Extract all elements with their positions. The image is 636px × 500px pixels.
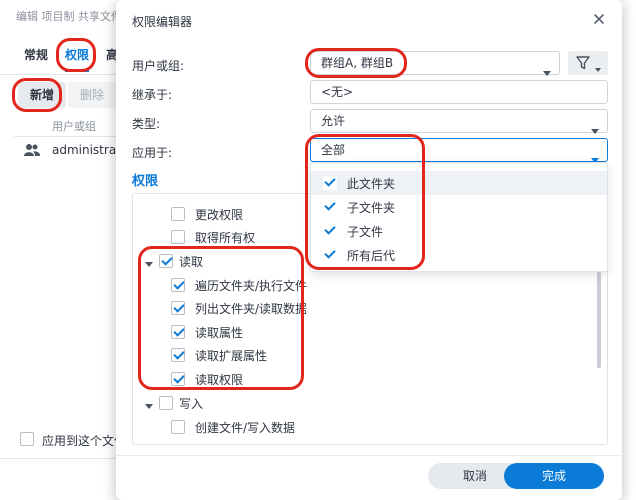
checkbox[interactable] [171, 348, 185, 362]
apply-to-label: 应用于: [132, 146, 173, 160]
checkbox[interactable] [171, 278, 185, 292]
tree-item-label: 列出文件夹/读取数据 [195, 301, 308, 316]
checkbox[interactable] [171, 420, 185, 434]
checkbox[interactable] [159, 396, 173, 410]
tree-item-label: 读取权限 [195, 372, 244, 387]
tab-general[interactable]: 常规 [24, 40, 48, 70]
inherit-field: <无> [310, 80, 608, 104]
checkbox[interactable] [323, 224, 337, 238]
apply-label: 应用到这个文件 [42, 434, 127, 448]
dropdown-item-all-descendants[interactable]: 所有后代 [311, 243, 607, 267]
apply-to-dropdown: 此文件夹 子文件夹 子文件 所有后代 [310, 162, 608, 272]
dropdown-item-subfolders[interactable]: 子文件夹 [311, 195, 607, 219]
tree-item-label: 遍历文件夹/执行文件 [195, 278, 308, 293]
caret-down-icon [595, 61, 601, 75]
checkbox[interactable] [171, 301, 185, 315]
permission-editor-dialog: 权限编辑器 用户或组: 群组A, 群组B 继承于: <无> 类型: 允许 应用于… [116, 0, 622, 500]
tree-item-take-ownership[interactable]: 取得所有权 [171, 227, 255, 247]
tree-item-label: 读取属性 [195, 325, 244, 340]
add-button[interactable]: 新增 [18, 82, 67, 108]
close-icon[interactable] [590, 10, 608, 28]
tree-item-label: 写入 [179, 396, 204, 411]
permissions-section-title: 权限 [132, 174, 159, 189]
expand-arrow-icon[interactable] [145, 258, 153, 267]
dialog-title: 权限编辑器 [132, 15, 193, 29]
apply-to-value: 全部 [321, 143, 346, 157]
window-title: 编辑 项目制 共享文件 [16, 10, 122, 23]
dropdown-item-label: 此文件夹 [347, 176, 396, 191]
type-label: 类型: [132, 117, 161, 131]
dropdown-item-this-folder[interactable]: 此文件夹 [311, 171, 607, 195]
user-group-value: 群组A, 群组B [321, 56, 394, 70]
dropdown-item-label: 子文件 [347, 224, 384, 239]
column-header-user: 用户或组 [52, 120, 96, 133]
checkbox[interactable] [171, 230, 185, 244]
tree-item-create-files[interactable]: 创建文件/写入数据 [171, 417, 295, 437]
inherit-label: 继承于: [132, 88, 173, 102]
checkbox[interactable] [171, 207, 185, 221]
checkbox[interactable] [323, 176, 337, 190]
tree-item-read-permissions[interactable]: 读取权限 [171, 369, 243, 389]
checkbox[interactable] [323, 248, 337, 262]
filter-icon [576, 56, 590, 73]
done-button[interactable]: 完成 [504, 463, 604, 489]
checkbox[interactable] [171, 372, 185, 386]
user-group-select[interactable]: 群组A, 群组B [310, 51, 560, 76]
tree-item-change-permissions[interactable]: 更改权限 [171, 204, 243, 224]
filter-button[interactable] [568, 51, 608, 75]
apply-to-select[interactable]: 全部 [310, 138, 608, 163]
checkbox[interactable] [159, 254, 173, 268]
divider [0, 458, 120, 459]
tree-item-read[interactable]: 读取 [159, 251, 203, 271]
divider [0, 74, 120, 75]
tree-item-label: 读取扩展属性 [195, 348, 268, 363]
tree-item-traverse[interactable]: 遍历文件夹/执行文件 [171, 275, 307, 295]
tree-item-read-attributes[interactable]: 读取属性 [171, 322, 243, 342]
divider [116, 455, 622, 456]
tree-item-label: 取得所有权 [195, 230, 256, 245]
user-group-label: 用户或组: [132, 59, 185, 73]
checkbox[interactable] [323, 200, 337, 214]
type-value: 允许 [321, 114, 346, 128]
dropdown-item-label: 子文件夹 [347, 200, 396, 215]
users-icon [24, 143, 40, 160]
tree-item-label: 创建文件/写入数据 [195, 420, 296, 435]
tree-item-list-folder[interactable]: 列出文件夹/读取数据 [171, 298, 307, 318]
tree-item-read-ext-attributes[interactable]: 读取扩展属性 [171, 345, 267, 365]
tree-item-label: 读取 [179, 254, 204, 269]
expand-arrow-icon[interactable] [145, 400, 153, 409]
tree-item-write[interactable]: 写入 [159, 393, 203, 413]
apply-checkbox[interactable] [20, 432, 34, 446]
divider [14, 136, 124, 137]
inherit-value: <无> [321, 85, 354, 99]
checkbox[interactable] [171, 325, 185, 339]
tab-permissions[interactable]: 权限 [65, 40, 90, 72]
tree-item-label: 更改权限 [195, 207, 244, 222]
type-select[interactable]: 允许 [310, 109, 608, 134]
dropdown-item-label: 所有后代 [347, 248, 396, 263]
dropdown-item-files[interactable]: 子文件 [311, 219, 607, 243]
delete-button[interactable]: 删除 [68, 82, 117, 108]
scrollbar[interactable] [597, 272, 601, 368]
